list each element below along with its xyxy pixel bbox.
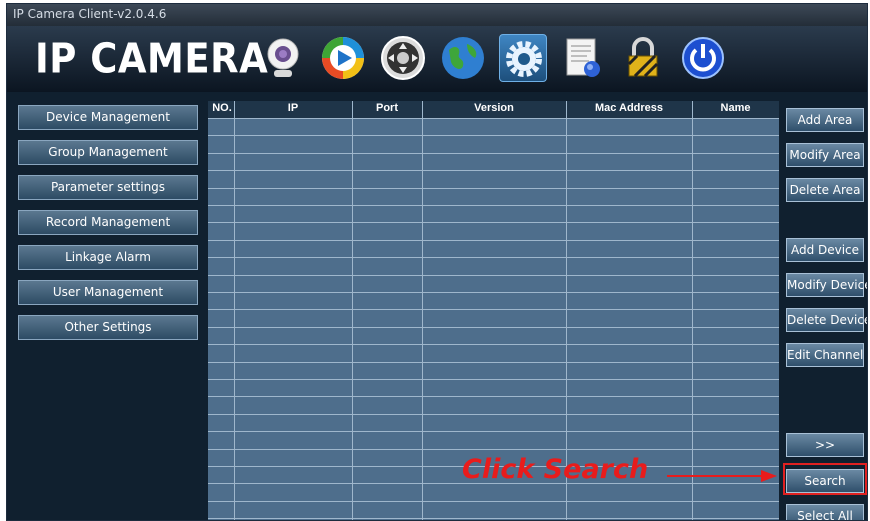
select-all-button[interactable]: Select All <box>786 504 864 520</box>
table-row-line <box>208 448 779 450</box>
title-bar: IP Camera Client-v2.0.4.6 <box>7 4 867 26</box>
power-icon[interactable] <box>679 34 727 82</box>
add-device-button[interactable]: Add Device <box>786 238 864 262</box>
table-header: NO. IP Port Version Mac Address Name <box>208 101 779 118</box>
col-header-port[interactable]: Port <box>352 102 422 114</box>
col-header-name[interactable]: Name <box>692 102 779 114</box>
table-row-line <box>208 135 779 137</box>
globe-icon[interactable] <box>439 34 487 82</box>
table-column-line <box>422 101 423 520</box>
table-row-line <box>208 205 779 206</box>
log-document-icon[interactable] <box>559 34 607 82</box>
nav-device-management[interactable]: Device Management <box>18 105 198 130</box>
edit-channel-button[interactable]: Edit Channel <box>786 343 864 367</box>
table-row-line <box>208 239 779 241</box>
nav-other-settings[interactable]: Other Settings <box>18 315 198 340</box>
play-icon[interactable] <box>319 34 367 82</box>
table-row-line <box>208 344 779 346</box>
table-column-line <box>234 101 235 520</box>
table-column-line <box>352 101 353 520</box>
col-header-mac-address[interactable]: Mac Address <box>566 102 692 114</box>
nav-group-management[interactable]: Group Management <box>18 140 198 165</box>
more-button[interactable]: >> <box>786 433 864 457</box>
add-area-button[interactable]: Add Area <box>786 108 864 132</box>
table-row-line <box>208 118 779 119</box>
table-row-line <box>208 274 779 276</box>
app-window: IP Camera Client-v2.0.4.6 IP CAMERA Devi… <box>6 3 868 521</box>
lock-icon[interactable] <box>619 34 667 82</box>
delete-area-button[interactable]: Delete Area <box>786 178 864 202</box>
ptz-icon[interactable] <box>379 34 427 82</box>
search-highlight-box <box>783 463 867 495</box>
nav-user-management[interactable]: User Management <box>18 280 198 305</box>
col-header-no[interactable]: NO. <box>210 102 234 114</box>
settings-gear-icon[interactable] <box>499 34 547 82</box>
table-row-line <box>208 500 779 502</box>
table-row-line <box>208 396 779 398</box>
table-row-line <box>208 379 779 380</box>
table-column-line <box>692 101 693 520</box>
table-row-line <box>208 326 779 328</box>
table-row-line <box>208 152 779 154</box>
nav-parameter-settings[interactable]: Parameter settings <box>18 175 198 200</box>
main-body: Device Management Group Management Param… <box>7 92 867 520</box>
app-logo: IP CAMERA <box>35 35 269 83</box>
table-row-line <box>208 431 779 433</box>
table-row-line <box>208 170 779 172</box>
nav-linkage-alarm[interactable]: Linkage Alarm <box>18 245 198 270</box>
nav-record-management[interactable]: Record Management <box>18 210 198 235</box>
table-row-line <box>208 187 779 189</box>
table-row-line <box>208 222 779 224</box>
window-title: IP Camera Client-v2.0.4.6 <box>13 7 167 21</box>
webcam-icon[interactable] <box>259 34 307 82</box>
col-header-ip[interactable]: IP <box>234 102 352 114</box>
click-search-annotation: Click Search <box>462 454 649 485</box>
table-row-line <box>208 292 779 293</box>
header-toolbar: IP CAMERA <box>7 26 867 92</box>
table-row-line <box>208 361 779 363</box>
delete-device-button[interactable]: Delete Device <box>786 308 867 332</box>
table-row-line <box>208 309 779 311</box>
table-row-line <box>208 413 779 415</box>
modify-device-button[interactable]: Modify Device <box>786 273 867 297</box>
table-row-line <box>208 257 779 259</box>
modify-area-button[interactable]: Modify Area <box>786 143 864 167</box>
table-row-line <box>208 518 779 520</box>
annotation-arrow-icon <box>667 470 777 482</box>
col-header-version[interactable]: Version <box>422 102 566 114</box>
